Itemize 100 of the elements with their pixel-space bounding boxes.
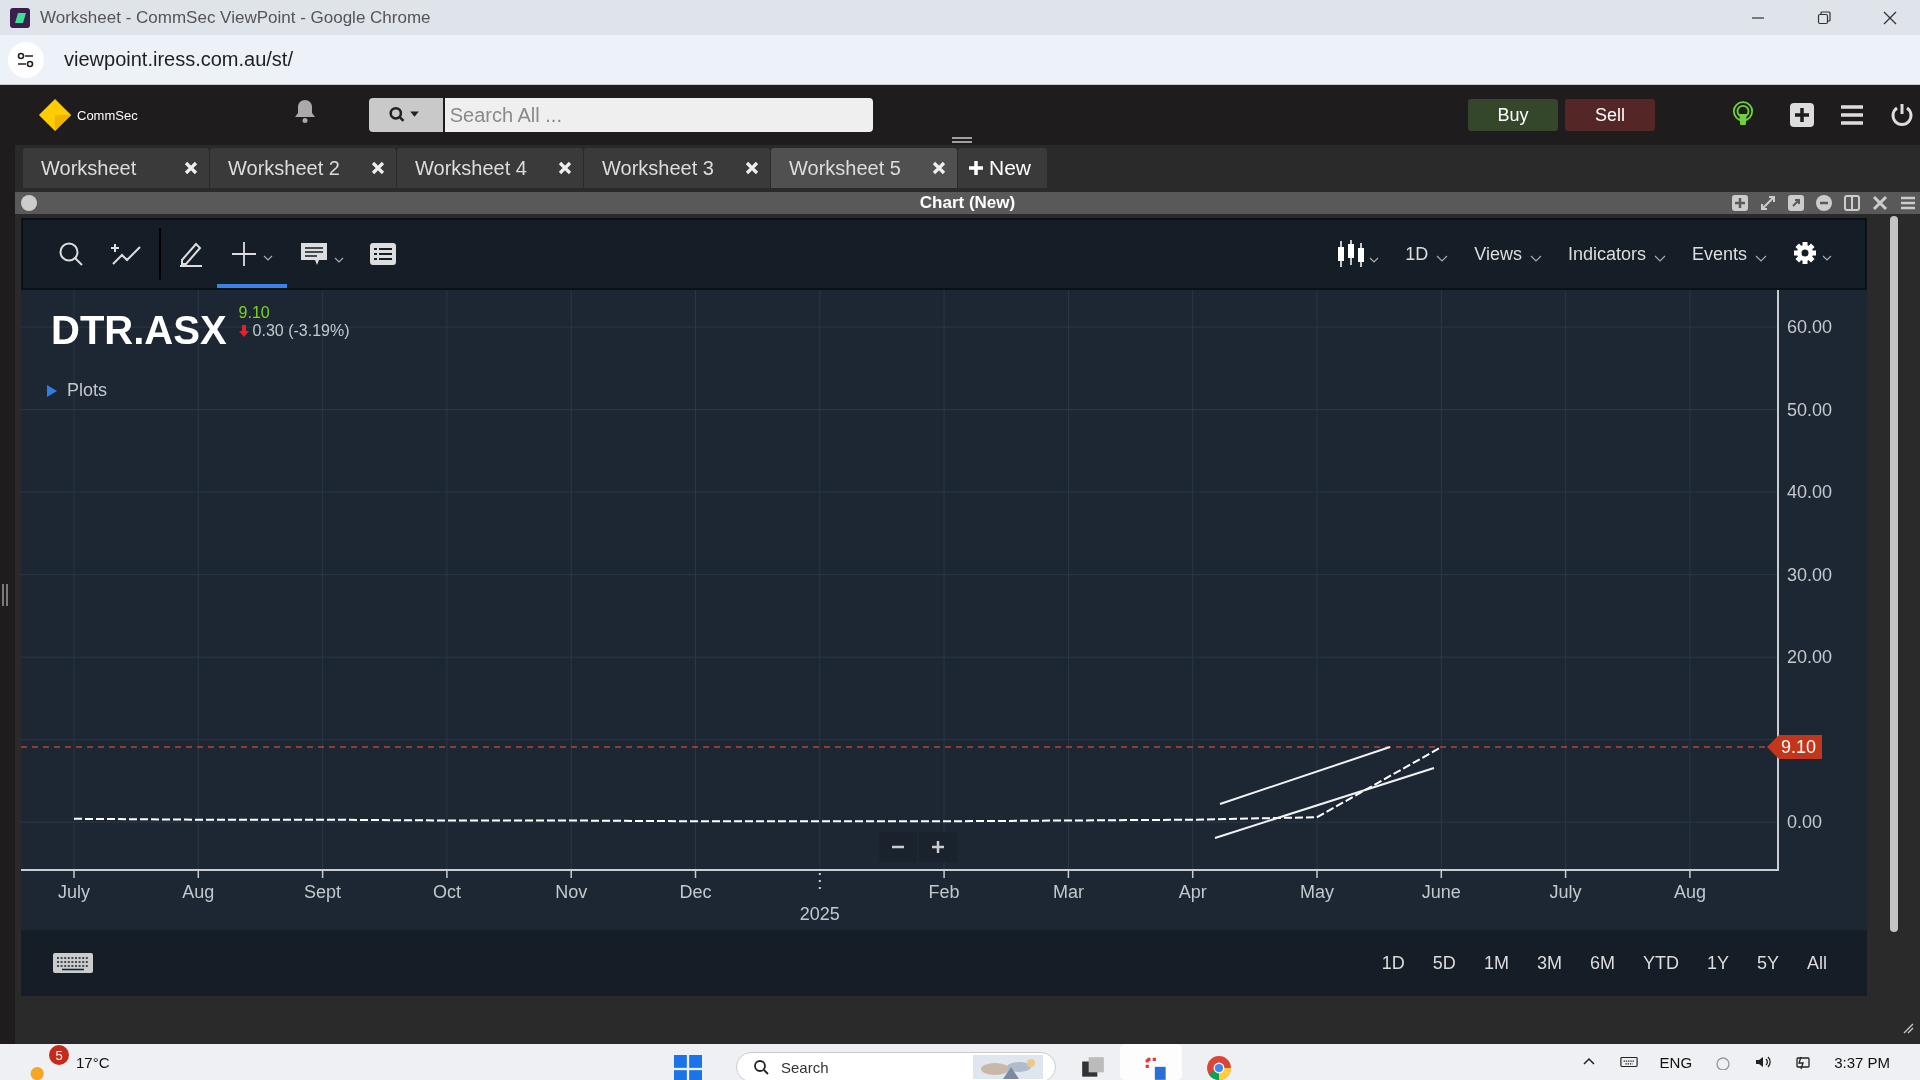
- range-button[interactable]: 6M: [1579, 948, 1625, 978]
- x-axis-label: June: [1421, 882, 1461, 902]
- close-panel-icon[interactable]: [1872, 195, 1888, 211]
- drag-handle-icon[interactable]: [952, 137, 972, 143]
- x-axis-label: Apr: [1178, 882, 1207, 902]
- x-axis-label: Mar: [1052, 882, 1084, 902]
- battery-icon[interactable]: [1794, 1054, 1813, 1070]
- menu-icon[interactable]: [1840, 103, 1864, 127]
- add-panel-icon[interactable]: [1732, 195, 1748, 211]
- panel-title: Chart (New): [919, 193, 1016, 213]
- x-axis-label: July: [1549, 882, 1582, 902]
- range-button[interactable]: YTD: [1632, 948, 1689, 978]
- add-icon[interactable]: [1790, 103, 1814, 127]
- range-button[interactable]: 1D: [1371, 948, 1415, 978]
- caret-icon: [1529, 254, 1542, 262]
- bell-icon[interactable]: [292, 98, 317, 124]
- price-change: 0.30 (-3.19%): [252, 322, 350, 340]
- menu-dropdown[interactable]: 1D: [1405, 243, 1449, 265]
- y-axis-label: 40.00: [1787, 482, 1833, 503]
- plots-toggle[interactable]: Plots: [47, 380, 108, 401]
- popout-icon[interactable]: [1788, 195, 1804, 211]
- keyboard-icon[interactable]: [1619, 1054, 1638, 1070]
- plus-icon: [968, 160, 984, 176]
- range-button[interactable]: 1M: [1473, 948, 1519, 978]
- plus-icon: [931, 840, 945, 854]
- split-view-icon[interactable]: [1844, 195, 1860, 211]
- y-axis-label: 0.00: [1787, 812, 1823, 833]
- menu-dropdown[interactable]: Indicators: [1567, 243, 1666, 265]
- last-price: 9.10: [238, 304, 271, 322]
- x-axis-label: Aug: [182, 882, 215, 902]
- power-icon[interactable]: [1890, 103, 1914, 127]
- y-axis-label: 60.00: [1787, 317, 1833, 338]
- x-axis-label: May: [1300, 882, 1334, 902]
- symbol-title: DTR.ASX: [51, 310, 227, 350]
- x-axis-label: Aug: [1673, 882, 1706, 902]
- taskbar-search[interactable]: Search: [736, 1052, 1056, 1080]
- search-type-button[interactable]: [368, 98, 443, 132]
- triangle-icon: [47, 384, 57, 397]
- url-text[interactable]: viewpoint.iress.com.au/st/: [64, 48, 293, 71]
- down-arrow-icon: [238, 325, 249, 337]
- y-axis-label: 30.00: [1787, 564, 1833, 585]
- zoom-out-button[interactable]: [879, 832, 917, 862]
- pencil-icon: [177, 240, 205, 268]
- range-button[interactable]: All: [1797, 948, 1837, 978]
- worksheet-tab[interactable]: Worksheet 3: [584, 148, 770, 188]
- x-axis-label: Dec: [679, 882, 712, 902]
- scrollbar-thumb[interactable]: [1889, 216, 1898, 932]
- notification-badge: 5: [49, 1045, 69, 1065]
- chart-type-button[interactable]: [1335, 239, 1380, 269]
- caret-icon: [1653, 254, 1666, 262]
- task-view-icon[interactable]: [1080, 1055, 1106, 1080]
- caret-icon: [1755, 254, 1767, 262]
- resize-grip-icon[interactable]: [1902, 1022, 1914, 1034]
- windows-start-icon[interactable]: [674, 1055, 702, 1080]
- list-icon: [369, 240, 397, 268]
- new-tab-button[interactable]: New: [958, 148, 1047, 188]
- year-tick-icon: [818, 872, 821, 890]
- x-axis-label: Oct: [432, 882, 461, 902]
- brand-name: CommSec: [77, 107, 138, 123]
- status-dot-icon: [21, 195, 37, 211]
- worksheet-tab[interactable]: Worksheet: [23, 148, 209, 188]
- trade-button[interactable]: Sell: [1565, 99, 1655, 131]
- menu-dropdown[interactable]: Views: [1474, 243, 1542, 265]
- app-icon: [10, 7, 30, 28]
- clock-time[interactable]: 3:37 PM: [1834, 1053, 1890, 1071]
- x-axis-label: Sept: [304, 882, 342, 902]
- search-icon: [57, 240, 85, 268]
- candlestick-icon: [1335, 239, 1380, 269]
- range-button[interactable]: 3M: [1526, 948, 1572, 978]
- year-label: 2025: [799, 904, 840, 924]
- window-title: Worksheet - CommSec ViewPoint - Google Chrome: [40, 7, 431, 28]
- site-settings-icon[interactable]: [8, 41, 44, 78]
- close-icon[interactable]: [1882, 9, 1898, 26]
- x-axis-label: Feb: [928, 882, 960, 902]
- range-button[interactable]: 5Y: [1746, 948, 1789, 978]
- worksheet-tab[interactable]: Worksheet 2: [210, 148, 396, 188]
- restore-icon[interactable]: [1816, 9, 1832, 26]
- worksheet-tab[interactable]: Worksheet 5: [771, 148, 957, 188]
- minimize-panel-icon[interactable]: [1816, 195, 1832, 211]
- volume-icon[interactable]: [1754, 1054, 1773, 1070]
- y-axis-label: 20.00: [1787, 647, 1833, 668]
- panel-menu-icon[interactable]: [1900, 195, 1916, 211]
- search-icon: [753, 1059, 769, 1075]
- crosshair-icon: [229, 240, 275, 268]
- expand-icon[interactable]: [1760, 195, 1776, 211]
- splitter-handle-icon[interactable]: [2, 583, 8, 606]
- range-button[interactable]: 5D: [1422, 948, 1466, 978]
- trend-channel-drawing[interactable]: [1214, 746, 1435, 839]
- temperature: 17°C: [76, 1053, 110, 1071]
- chrome-icon[interactable]: [1206, 1055, 1232, 1080]
- worksheet-tab[interactable]: Worksheet 4: [397, 148, 583, 188]
- trade-button[interactable]: Buy: [1468, 99, 1558, 131]
- keyboard-icon[interactable]: [53, 953, 93, 973]
- language-indicator[interactable]: ENG: [1659, 1053, 1693, 1071]
- search-field[interactable]: Search All ...: [442, 98, 873, 132]
- y-axis-label: 50.00: [1787, 399, 1833, 420]
- menu-dropdown[interactable]: Events: [1691, 243, 1767, 265]
- range-button[interactable]: 1Y: [1696, 948, 1739, 978]
- zoom-in-button[interactable]: [919, 832, 957, 862]
- caret-icon: [1436, 254, 1449, 262]
